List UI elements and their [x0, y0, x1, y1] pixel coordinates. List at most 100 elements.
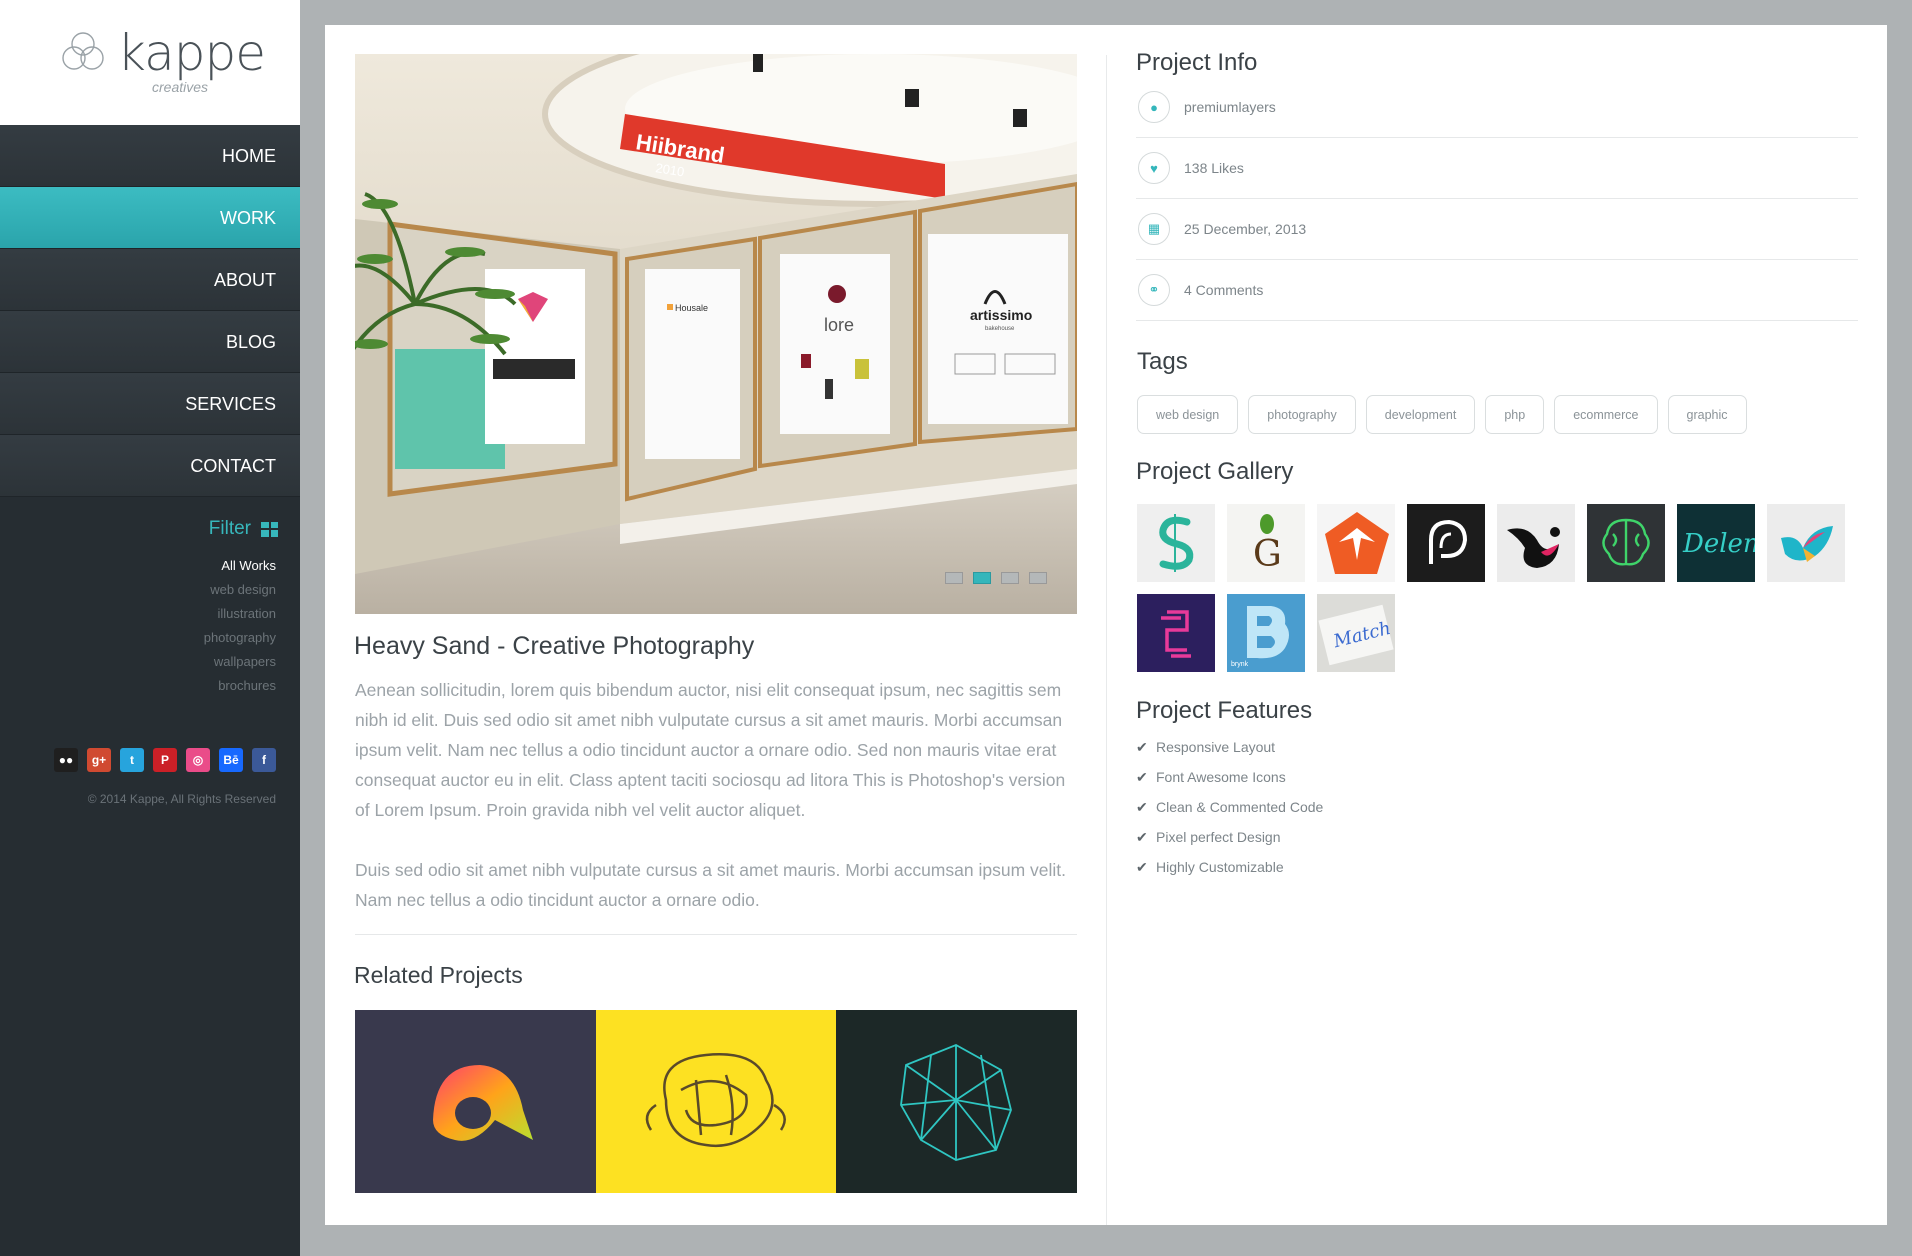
info-likes: 138 Likes [1184, 160, 1244, 176]
info-row-author: ● premiumlayers [1136, 77, 1858, 138]
gallery-thumb[interactable]: Delem [1677, 504, 1755, 582]
column-divider [1106, 55, 1107, 1225]
check-icon: ✔ [1136, 798, 1148, 815]
flickr-icon[interactable]: ●● [54, 748, 78, 772]
gallery-thumb[interactable]: brynk [1227, 594, 1305, 672]
info-row-comments: ⚭ 4 Comments [1136, 260, 1858, 321]
slider-dot[interactable] [1001, 572, 1019, 584]
gallery-thumb[interactable] [1317, 504, 1395, 582]
nav-item-services[interactable]: SERVICES [0, 373, 300, 435]
grid-icon [261, 521, 278, 537]
project-card: Hiibrand 2010 Housale lore artissimo bak… [325, 25, 1887, 1225]
info-row-date: ▦ 25 December, 2013 [1136, 199, 1858, 260]
feature-label: Clean & Commented Code [1156, 799, 1324, 815]
description-paragraph: Duis sed odio sit amet nibh vulputate cu… [355, 860, 1066, 910]
tag-graphic[interactable]: graphic [1667, 395, 1747, 434]
feature-item: ✔ Clean & Commented Code [1136, 792, 1323, 822]
filter-item-web-design[interactable]: web design [204, 578, 276, 602]
check-icon: ✔ [1136, 828, 1148, 845]
facebook-icon[interactable]: f [252, 748, 276, 772]
google-plus-icon[interactable]: g+ [87, 748, 111, 772]
social-links: ●● g+ t P ◎ Bē f [54, 748, 276, 772]
logo-mark-icon [62, 32, 104, 70]
svg-text:brynk: brynk [1231, 661, 1249, 668]
project-title: Heavy Sand - Creative Photography [354, 632, 755, 660]
gallery-thumb[interactable] [1767, 504, 1845, 582]
pinterest-icon[interactable]: P [153, 748, 177, 772]
feature-label: Font Awesome Icons [1156, 769, 1286, 785]
dribbble-icon[interactable]: ◎ [186, 748, 210, 772]
feature-item: ✔ Responsive Layout [1136, 732, 1323, 762]
slider-pagination [945, 572, 1047, 584]
filter-item-photography[interactable]: photography [204, 626, 276, 650]
filter-item-brochures[interactable]: brochures [204, 674, 276, 698]
related-projects [355, 1010, 1078, 1193]
tag-development[interactable]: development [1365, 395, 1476, 434]
logo[interactable]: kappe creatives [0, 0, 300, 125]
related-project-thumb[interactable] [595, 1010, 837, 1193]
feature-label: Pixel perfect Design [1156, 829, 1281, 845]
nav-item-home[interactable]: HOME [0, 125, 300, 187]
svg-text:Delem: Delem [1682, 529, 1755, 559]
feature-label: Responsive Layout [1156, 739, 1276, 755]
info-date: 25 December, 2013 [1184, 221, 1307, 237]
calendar-icon: ▦ [1138, 213, 1170, 245]
project-features-title: Project Features [1136, 697, 1313, 724]
svg-text:artissimo: artissimo [970, 307, 1032, 323]
divider [355, 934, 1077, 935]
check-icon: ✔ [1136, 858, 1148, 875]
filter-item-illustration[interactable]: illustration [204, 602, 276, 626]
related-project-thumb[interactable] [836, 1010, 1078, 1193]
related-project-thumb[interactable] [355, 1010, 596, 1193]
gallery-thumb[interactable] [1407, 504, 1485, 582]
svg-text:G: G [1253, 534, 1282, 575]
hero-photo: Hiibrand 2010 Housale lore artissimo bak… [355, 54, 1077, 614]
feature-list: ✔ Responsive Layout ✔ Font Awesome Icons ✔… [1136, 732, 1323, 882]
project-hero-slider[interactable]: Hiibrand 2010 Housale lore artissimo bak… [355, 54, 1077, 614]
filter-heading[interactable]: Filter [209, 518, 278, 540]
related-projects-title: Related Projects [354, 962, 523, 988]
slider-dot-active[interactable] [973, 572, 991, 584]
project-info-title: Project Info [1136, 49, 1258, 76]
slider-dot[interactable] [945, 572, 963, 584]
feature-item: ✔ Highly Customizable [1136, 852, 1323, 882]
filter-item-all-works[interactable]: All Works [204, 554, 276, 578]
gallery-thumb[interactable]: G [1227, 504, 1305, 582]
behance-icon[interactable]: Bē [219, 748, 243, 772]
gallery-thumb[interactable] [1587, 504, 1665, 582]
info-comments[interactable]: 4 Comments [1184, 282, 1263, 298]
brand-tagline: creatives [152, 79, 209, 95]
feature-item: ✔ Pixel perfect Design [1136, 822, 1323, 852]
gallery-thumb[interactable]: Match [1317, 594, 1395, 672]
tag-php[interactable]: php [1485, 395, 1545, 434]
tag-photography[interactable]: photography [1248, 395, 1356, 434]
twitter-icon[interactable]: t [120, 748, 144, 772]
check-icon: ✔ [1136, 768, 1148, 785]
gallery-thumb[interactable] [1137, 594, 1215, 672]
gallery-thumb[interactable] [1137, 504, 1215, 582]
lettering-image [645, 1053, 786, 1148]
svg-text:Housale: Housale [675, 303, 708, 313]
filter-item-wallpapers[interactable]: wallpapers [204, 650, 276, 674]
geometric-head-image [900, 1044, 1013, 1161]
tag-web-design[interactable]: web design [1137, 395, 1239, 434]
info-row-likes: ♥ 138 Likes [1136, 138, 1858, 199]
nav-item-contact[interactable]: CONTACT [0, 435, 300, 497]
tag-list: web design photography development php e… [1137, 395, 1747, 434]
user-icon: ● [1138, 91, 1170, 123]
project-gallery: G Delem brynk Match [1137, 504, 1857, 672]
tag-ecommerce[interactable]: ecommerce [1554, 395, 1658, 434]
brand-name: kappe [117, 24, 266, 82]
gallery-thumb[interactable] [1497, 504, 1575, 582]
nav-item-work[interactable]: WORK [0, 187, 300, 249]
link-icon: ⚭ [1138, 274, 1170, 306]
heart-icon[interactable]: ♥ [1138, 152, 1170, 184]
tags-title: Tags [1137, 348, 1188, 375]
project-description: Aenean sollicitudin, lorem quis bibendum… [355, 675, 1083, 915]
nav-item-blog[interactable]: BLOG [0, 311, 300, 373]
nav-item-about[interactable]: ABOUT [0, 249, 300, 311]
info-author[interactable]: premiumlayers [1184, 99, 1276, 115]
slider-dot[interactable] [1029, 572, 1047, 584]
description-paragraph: Aenean sollicitudin, lorem quis bibendum… [355, 680, 1066, 820]
svg-text:bakehouse: bakehouse [985, 326, 1015, 332]
